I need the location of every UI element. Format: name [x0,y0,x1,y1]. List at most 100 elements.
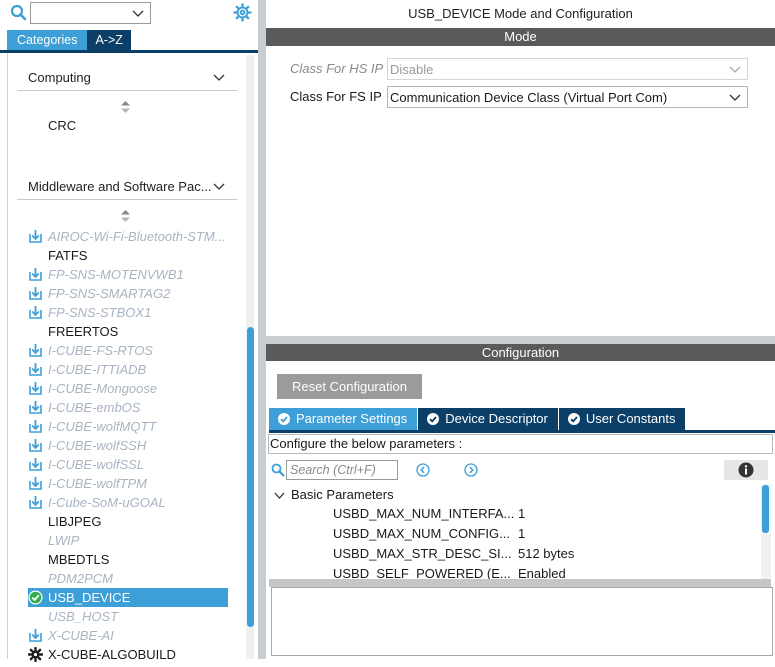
middleware-item[interactable]: PDM2PCM [28,569,228,588]
previous-result-icon[interactable] [416,463,430,477]
search-combobox[interactable] [30,2,151,24]
tabs-underline [269,430,775,433]
page-title: USB_DEVICE Mode and Configuration [408,6,633,21]
middleware-item-label: I-CUBE-Mongoose [48,381,158,396]
middleware-item[interactable]: LWIP [28,531,228,550]
middleware-item-label: FP-SNS-STBOX1 [48,305,152,320]
middleware-item-label: AIROC-Wi-Fi-Bluetooth-STM... [48,229,226,244]
check-circle-icon [278,413,290,425]
check-circle-icon [567,413,580,425]
info-icon [738,462,754,478]
middleware-item[interactable]: FP-SNS-SMARTAG2 [28,284,228,303]
tab-categories[interactable]: Categories [7,30,88,50]
middleware-item[interactable]: I-CUBE-Mongoose [28,379,228,398]
middleware-item[interactable]: I-CUBE-wolfMQTT [28,417,228,436]
class-fs-label: Class For FS IP [290,89,382,104]
middleware-item[interactable]: FREERTOS [28,322,228,341]
middleware-item-label: I-CUBE-embOS [48,400,141,415]
param-row[interactable]: USBD_MAX_NUM_INTERFA... 1 [266,504,761,524]
download-icon [28,305,43,320]
view-tabs: Categories A->Z [7,30,131,50]
middleware-item[interactable]: X-CUBE-ALGOBUILD [27,645,228,664]
search-icon[interactable] [271,463,285,477]
middleware-item[interactable]: I-CUBE-ITTIADB [28,360,228,379]
param-row[interactable]: USBD_MAX_NUM_CONFIG... 1 [266,524,761,544]
panel-splitter[interactable] [258,0,266,659]
middleware-item-label: MBEDTLS [48,552,110,567]
gear-icon[interactable] [233,3,252,22]
middleware-item-label: I-CUBE-ITTIADB [48,362,147,377]
search-icon[interactable] [10,4,28,22]
middleware-item[interactable]: I-CUBE-embOS [28,398,228,417]
class-fs-select[interactable]: Communication Device Class (Virtual Port… [387,86,748,108]
category-computing[interactable]: Computing [17,65,237,91]
parameter-search-input[interactable]: Search (Ctrl+F) [286,460,398,480]
download-icon [28,362,43,377]
middleware-item[interactable]: I-Cube-SoM-uGOAL [28,493,228,512]
middleware-item-label: I-CUBE-wolfSSL [48,457,145,472]
middleware-item-label: FREERTOS [48,324,119,339]
class-fs-value: Communication Device Class (Virtual Port… [390,90,668,105]
middleware-item[interactable]: I-CUBE-wolfTPM [28,474,228,493]
info-button[interactable] [724,460,768,480]
download-icon [28,438,43,453]
middleware-item[interactable]: I-CUBE-wolfSSH [28,436,228,455]
gear-icon [27,646,44,663]
download-icon [28,495,43,510]
horizontal-scrollbar[interactable] [269,579,771,587]
param-value[interactable]: 512 bytes [518,546,574,561]
class-hs-label: Class For HS IP [290,61,384,76]
param-value[interactable]: 1 [518,506,525,521]
middleware-item-label: PDM2PCM [48,571,114,586]
sort-arrows-icon[interactable] [121,210,130,222]
middleware-item[interactable]: I-CUBE-FS-RTOS [28,341,228,360]
section-splitter[interactable] [266,336,775,344]
check-circle-icon [427,413,440,425]
middleware-item[interactable]: I-CUBE-wolfSSL [28,455,228,474]
list-item-crc[interactable]: CRC [48,118,76,133]
category-label: Middleware and Software Pac... [28,179,212,194]
tab-device-descriptor[interactable]: Device Descriptor [418,408,559,430]
check-circle-icon [28,590,43,605]
class-hs-select[interactable]: Disable [387,58,748,80]
middleware-item[interactable]: AIROC-Wi-Fi-Bluetooth-STM... [28,227,228,246]
left-panel: Categories A->Z Computing CRC Middleware… [0,0,258,663]
middleware-item-label: USB_HOST [48,609,119,624]
middleware-item-label: I-CUBE-FS-RTOS [48,343,153,358]
middleware-item-label: FP-SNS-SMARTAG2 [48,286,171,301]
scrollbar-thumb[interactable] [247,327,254,627]
param-name: USBD_MAX_STR_DESC_SI... [333,546,512,561]
middleware-item-label: FATFS [48,248,88,263]
scrollbar-thumb[interactable] [762,485,769,533]
download-icon [28,343,43,358]
chevron-down-icon[interactable] [274,490,285,501]
middleware-item[interactable]: X-CUBE-AI [28,626,228,645]
download-icon [28,628,43,643]
reset-configuration-button[interactable]: Reset Configuration [277,374,422,399]
sort-arrows-icon[interactable] [121,101,130,113]
middleware-item[interactable]: FP-SNS-MOTENVWB1 [28,265,228,284]
chevron-down-icon [729,66,741,73]
middleware-item[interactable]: FATFS [28,246,228,265]
next-result-icon[interactable] [464,463,478,477]
tab-label: Parameter Settings [296,411,408,426]
param-value[interactable]: 1 [518,526,525,541]
parameter-description-box [271,587,773,656]
category-middleware[interactable]: Middleware and Software Pac... [17,174,237,200]
middleware-item-label: USB_DEVICE [48,590,131,605]
middleware-item[interactable]: LIBJPEG [28,512,228,531]
tab-parameter-settings[interactable]: Parameter Settings [269,408,419,430]
basic-parameters-group[interactable]: Basic Parameters [291,487,394,502]
class-hs-value: Disable [390,62,434,77]
download-icon [28,286,43,301]
chevron-down-icon [213,183,225,190]
param-row[interactable]: USBD_MAX_STR_DESC_SI... 512 bytes [266,544,761,564]
middleware-item[interactable]: MBEDTLS [28,550,228,569]
download-icon [28,400,43,415]
download-icon [28,457,43,472]
tab-user-constants[interactable]: User Constants [558,408,687,430]
middleware-item[interactable]: USB_HOST [28,607,228,626]
middleware-item[interactable]: USB_DEVICE [28,588,228,607]
tab-a-to-z[interactable]: A->Z [87,30,131,50]
middleware-item[interactable]: FP-SNS-STBOX1 [28,303,228,322]
